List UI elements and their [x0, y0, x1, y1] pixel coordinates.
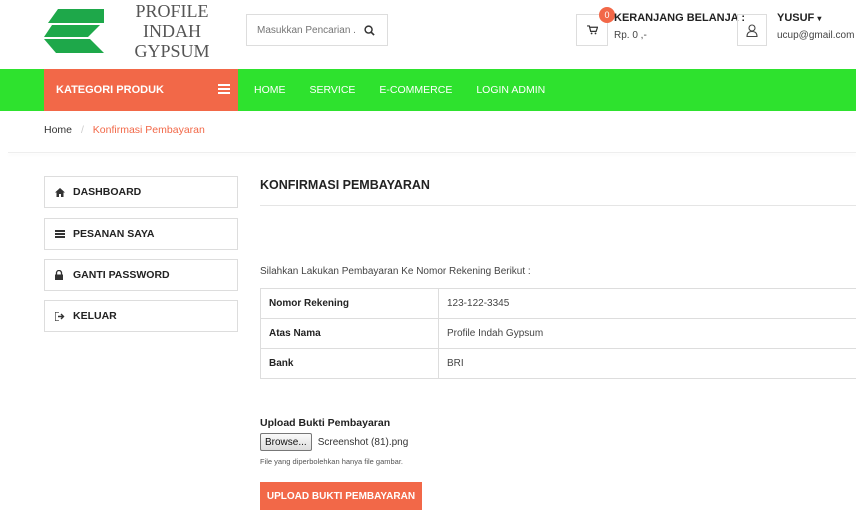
- upload-proof-button[interactable]: UPLOAD BUKTI PEMBAYARAN: [260, 482, 422, 510]
- list-icon: [55, 230, 67, 238]
- sidebar-item-label: GANTI PASSWORD: [73, 269, 170, 281]
- logo-mark-icon: [44, 9, 104, 53]
- cart-icon: [587, 25, 598, 35]
- kategori-label: KATEGORI PRODUK: [56, 84, 164, 96]
- menu-icon: [218, 84, 230, 94]
- user-name: YUSUF: [777, 12, 814, 24]
- bank-account-table: Nomor Rekening 123-122-3345 Atas Nama Pr…: [260, 288, 856, 379]
- file-hint: File yang diperbolehkan hanya file gamba…: [260, 457, 403, 466]
- table-key: Atas Nama: [261, 319, 439, 349]
- upload-label: Upload Bukti Pembayaran: [260, 417, 390, 429]
- breadcrumb-current: Konfirmasi Pembayaran: [93, 124, 205, 136]
- cart-count-badge: 0: [599, 7, 615, 23]
- search-button[interactable]: [355, 16, 383, 44]
- table-row: Nomor Rekening 123-122-3345: [261, 289, 856, 319]
- browse-button[interactable]: Browse...: [260, 433, 312, 451]
- selected-file-name: Screenshot (81).png: [318, 437, 409, 448]
- user-avatar[interactable]: [737, 14, 767, 46]
- table-value: BRI: [439, 349, 856, 379]
- logo-text: PROFILE INDAH GYPSUM: [110, 1, 234, 61]
- lock-icon: [55, 270, 67, 280]
- header: PROFILE INDAH GYPSUM 0 KERANJANG BELANJA…: [0, 0, 856, 62]
- table-row: Atas Nama Profile Indah Gypsum: [261, 319, 856, 349]
- sign-out-icon: [55, 312, 67, 321]
- table-key: Nomor Rekening: [261, 289, 439, 319]
- page-title: KONFIRMASI PEMBAYARAN: [260, 178, 430, 192]
- logo-line1: PROFILE INDAH: [110, 1, 234, 41]
- nav-home[interactable]: HOME: [254, 84, 286, 96]
- table-value: Profile Indah Gypsum: [439, 319, 856, 349]
- sidebar-item-label: PESANAN SAYA: [73, 228, 155, 240]
- cart-button[interactable]: 0: [576, 14, 608, 46]
- breadcrumb: Home / Konfirmasi Pembayaran: [44, 124, 205, 136]
- sidebar-item-dashboard[interactable]: DASHBOARD: [44, 176, 238, 208]
- search-box: [246, 14, 388, 46]
- search-icon: [364, 25, 375, 36]
- navbar: KATEGORI PRODUK HOME SERVICE E-COMMERCE …: [0, 69, 856, 111]
- logo[interactable]: PROFILE INDAH GYPSUM: [44, 6, 234, 56]
- sidebar-item-ganti-password[interactable]: GANTI PASSWORD: [44, 259, 238, 291]
- user-menu[interactable]: YUSUF ▾: [777, 12, 821, 24]
- sidebar-item-keluar[interactable]: KELUAR: [44, 300, 238, 332]
- nav-service[interactable]: SERVICE: [310, 84, 356, 96]
- search-input[interactable]: [247, 25, 355, 36]
- breadcrumb-separator: /: [81, 124, 84, 136]
- sidebar-item-label: KELUAR: [73, 310, 117, 322]
- home-icon: [55, 188, 67, 197]
- table-row: Bank BRI: [261, 349, 856, 379]
- nav-links: HOME SERVICE E-COMMERCE LOGIN ADMIN: [254, 69, 569, 111]
- nav-login-admin[interactable]: LOGIN ADMIN: [476, 84, 545, 96]
- sidebar-item-label: DASHBOARD: [73, 186, 141, 198]
- logo-line2: GYPSUM: [110, 41, 234, 61]
- table-value: 123-122-3345: [439, 289, 856, 319]
- user-email: ucup@gmail.com: [777, 30, 854, 41]
- caret-down-icon: ▾: [817, 14, 821, 23]
- payment-instruction: Silahkan Lakukan Pembayaran Ke Nomor Rek…: [260, 266, 531, 277]
- table-key: Bank: [261, 349, 439, 379]
- sidebar-item-pesanan-saya[interactable]: PESANAN SAYA: [44, 218, 238, 250]
- kategori-produk-button[interactable]: KATEGORI PRODUK: [44, 69, 238, 111]
- cart-total: Rp. 0 ,-: [614, 30, 647, 41]
- file-input: Browse... Screenshot (81).png: [260, 433, 408, 451]
- title-divider: [260, 205, 856, 206]
- cart-title: KERANJANG BELANJA :: [614, 12, 745, 24]
- user-icon: [746, 24, 758, 37]
- divider: [8, 152, 856, 153]
- breadcrumb-home[interactable]: Home: [44, 124, 72, 136]
- nav-e-commerce[interactable]: E-COMMERCE: [379, 84, 452, 96]
